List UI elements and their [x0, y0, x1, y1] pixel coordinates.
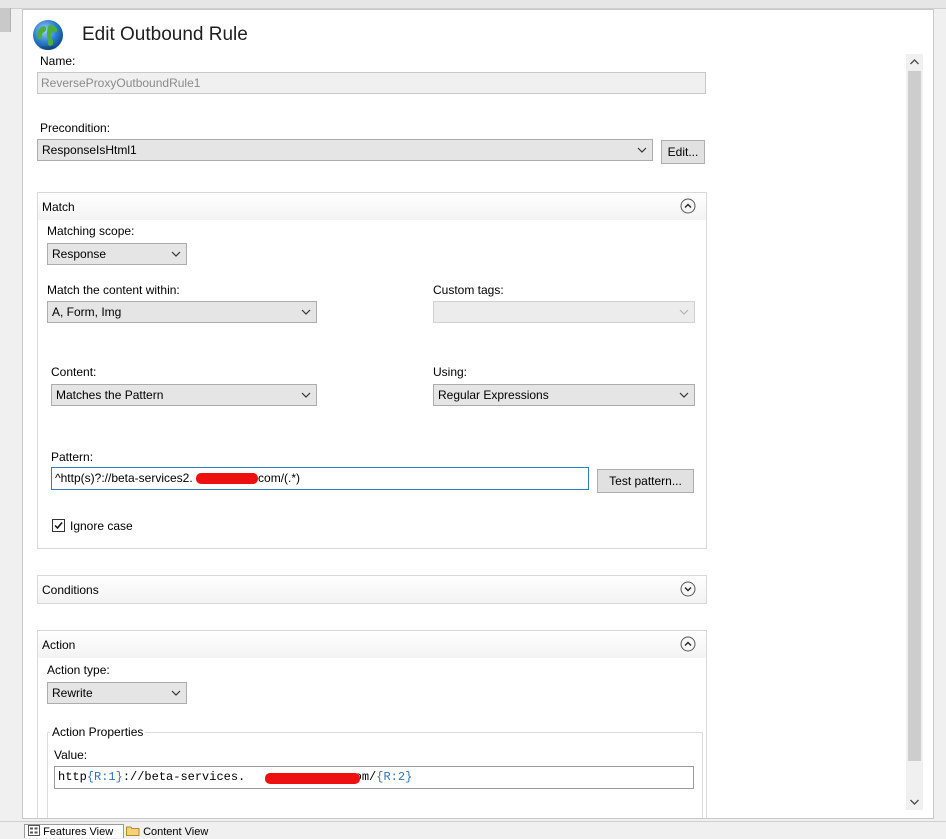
- conditions-header-label: Conditions: [42, 583, 99, 597]
- ignore-case-checkbox[interactable]: [52, 519, 65, 532]
- action-type-dropdown[interactable]: Rewrite: [47, 682, 187, 704]
- content-label: Content:: [51, 365, 97, 379]
- dialog-title: Edit Outbound Rule: [82, 24, 248, 45]
- content-value: Matches the Pattern: [56, 388, 164, 402]
- precondition-dropdown[interactable]: ResponseIsHtml1: [37, 139, 653, 161]
- action-group: Action Action type: Rewrite Action Prope…: [37, 630, 707, 818]
- value-scheme: http: [58, 770, 87, 784]
- action-header[interactable]: Action: [38, 631, 706, 658]
- precondition-edit-button[interactable]: Edit...: [661, 140, 705, 164]
- vertical-scrollbar[interactable]: [906, 54, 923, 810]
- action-properties-legend: Action Properties: [50, 725, 146, 739]
- value-var-r2: {R:2}: [376, 770, 413, 784]
- pattern-prefix: ^http(s)?://beta-services2.: [55, 471, 193, 485]
- action-header-label: Action: [42, 638, 76, 652]
- redaction-mark: [265, 773, 360, 784]
- tab-features-view[interactable]: Features View: [24, 824, 124, 838]
- tab-content-label: Content View: [143, 826, 209, 838]
- value-var-r1: {R:1}: [86, 770, 123, 784]
- matching-scope-dropdown[interactable]: Response: [47, 243, 187, 265]
- conditions-group: Conditions: [37, 575, 707, 604]
- expand-down-icon[interactable]: [680, 581, 696, 597]
- action-type-value: Rewrite: [52, 686, 93, 700]
- tab-content-view[interactable]: Content View: [126, 825, 226, 838]
- left-pane-edge: [0, 8, 11, 32]
- using-dropdown[interactable]: Regular Expressions: [433, 384, 695, 406]
- precondition-value: ResponseIsHtml1: [42, 143, 137, 157]
- action-value-input[interactable]: http{R:1}://beta-services..com/{R:2}: [54, 766, 694, 789]
- match-within-label: Match the content within:: [47, 283, 180, 297]
- collapse-up-icon[interactable]: [680, 636, 696, 652]
- checkmark-icon: [54, 522, 63, 530]
- chevron-down-icon: [637, 147, 647, 153]
- chevron-down-icon: [301, 309, 311, 315]
- matching-scope-value: Response: [52, 247, 107, 261]
- content-view-icon: [126, 826, 140, 836]
- value-host: ://beta-services.: [122, 770, 246, 784]
- content-dropdown[interactable]: Matches the Pattern: [51, 384, 317, 406]
- pattern-suffix: .com/(.*): [254, 471, 301, 485]
- precondition-label: Precondition:: [40, 121, 111, 135]
- features-view-icon: [28, 825, 40, 836]
- chevron-down-icon: [679, 392, 689, 398]
- pattern-label: Pattern:: [51, 450, 94, 464]
- pattern-input[interactable]: ^http(s)?://beta-services2. .com/(.*): [51, 467, 589, 490]
- edit-outbound-rule-panel: Edit Outbound Rule Name: ReverseProxyOut…: [22, 9, 934, 819]
- scrollbar-thumb[interactable]: [908, 71, 921, 761]
- using-value: Regular Expressions: [438, 388, 549, 402]
- action-type-label: Action type:: [47, 663, 110, 677]
- chevron-down-icon: [171, 690, 181, 696]
- globe-icon: [33, 20, 63, 50]
- redaction-mark: [196, 473, 258, 484]
- name-label: Name:: [40, 54, 76, 68]
- match-header[interactable]: Match: [38, 193, 706, 220]
- matching-scope-label: Matching scope:: [47, 224, 135, 238]
- chevron-down-icon: [301, 392, 311, 398]
- view-tab-bar: Features View Content View: [0, 821, 946, 838]
- using-label: Using:: [433, 365, 468, 379]
- scroll-down-icon[interactable]: [906, 794, 923, 810]
- test-pattern-button[interactable]: Test pattern...: [597, 469, 694, 493]
- name-field[interactable]: ReverseProxyOutboundRule1: [37, 72, 706, 94]
- value-label: Value:: [54, 748, 88, 762]
- custom-tags-dropdown[interactable]: [433, 301, 695, 323]
- top-strip: [0, 0, 946, 9]
- match-within-dropdown[interactable]: A, Form, Img: [47, 301, 317, 323]
- chevron-down-icon: [171, 251, 181, 257]
- match-header-label: Match: [42, 200, 75, 214]
- custom-tags-label: Custom tags:: [433, 283, 504, 297]
- ignore-case-label: Ignore case: [70, 519, 133, 533]
- conditions-header[interactable]: Conditions: [38, 576, 706, 603]
- match-group: Match Matching scope: Response Match the…: [37, 192, 707, 549]
- match-within-value: A, Form, Img: [52, 305, 122, 319]
- collapse-up-icon[interactable]: [680, 198, 696, 214]
- chevron-down-icon: [679, 309, 689, 315]
- scroll-up-icon[interactable]: [906, 54, 923, 70]
- tab-features-label: Features View: [43, 826, 114, 838]
